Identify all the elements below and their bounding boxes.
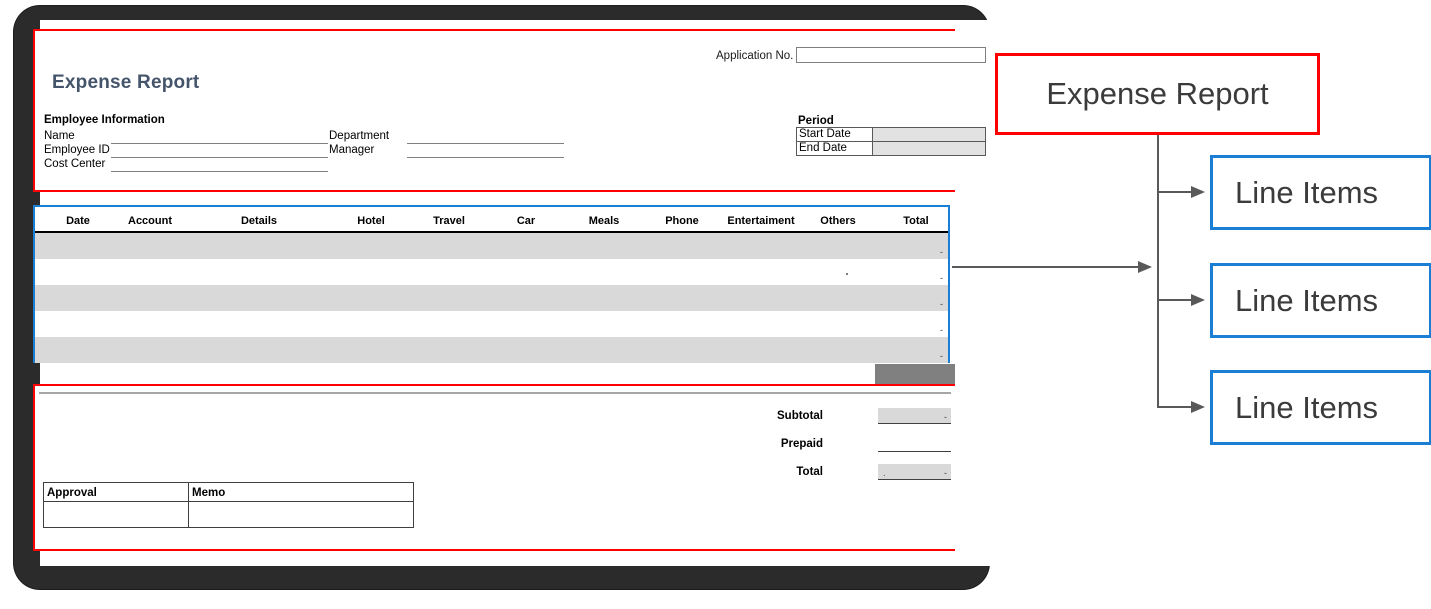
- table-row[interactable]: -: [35, 337, 948, 363]
- period-value-start-date[interactable]: [872, 127, 986, 142]
- cost-center-input[interactable]: [111, 171, 328, 172]
- row-total-value: -: [940, 247, 943, 257]
- column-header-account: Account: [128, 215, 172, 227]
- memo-input[interactable]: [188, 501, 414, 528]
- prepaid-value-box[interactable]: [878, 436, 951, 452]
- subtotal-label: Subtotal: [777, 410, 823, 422]
- column-header-hotel: Hotel: [357, 215, 385, 227]
- column-header-details: Details: [240, 215, 278, 227]
- period-row-start-date: Start Date: [796, 127, 986, 142]
- totals-section: Subtotal - Prepaid Total . - Approval Me…: [33, 384, 955, 551]
- label-employee-id: Employee ID: [44, 144, 110, 156]
- totals-divider: [39, 392, 951, 394]
- line-items-section: Date Account Details Hotel Travel Car Me…: [33, 205, 950, 363]
- callout-line-items-3[interactable]: Line Items: [1210, 370, 1431, 445]
- row-total-value: -: [940, 351, 943, 361]
- manager-input[interactable]: [407, 157, 564, 158]
- approval-input[interactable]: [43, 501, 189, 528]
- callout-expense-report-label: Expense Report: [1046, 76, 1269, 111]
- column-header-approval: Approval: [43, 482, 189, 502]
- header-section: Application No. Expense Report Employee …: [33, 29, 986, 192]
- row-total-value: -: [940, 273, 943, 283]
- callout-line-items-2-label: Line Items: [1235, 282, 1379, 318]
- table-row[interactable]: -: [35, 285, 948, 311]
- row-total-value: -: [940, 299, 943, 309]
- application-no-input[interactable]: [796, 47, 986, 63]
- column-header-car: Car: [516, 215, 536, 227]
- employee-id-input[interactable]: [111, 157, 328, 158]
- prepaid-label: Prepaid: [780, 438, 823, 450]
- period-label-start-date: Start Date: [796, 127, 873, 142]
- table-row[interactable]: -: [35, 311, 948, 337]
- approval-memo-table: Approval Memo: [43, 482, 414, 528]
- label-cost-center: Cost Center: [44, 158, 106, 170]
- period-table: Start Date End Date: [796, 127, 986, 156]
- callout-line-items-1[interactable]: Line Items: [1210, 155, 1431, 230]
- application-no-label: Application No.: [716, 50, 794, 62]
- column-header-memo: Memo: [188, 482, 414, 502]
- period-row-end-date: End Date: [796, 141, 986, 156]
- callout-expense-report[interactable]: Expense Report: [995, 53, 1320, 135]
- employee-information-heading: Employee Information: [44, 114, 165, 126]
- subtotal-value-box: -: [878, 408, 951, 424]
- total-value-box: . -: [878, 464, 951, 480]
- period-label-end-date: End Date: [796, 141, 873, 156]
- label-manager: Manager: [329, 144, 375, 156]
- subtotal-value: -: [944, 412, 947, 422]
- column-header-entertainment: Entertaiment: [727, 215, 795, 227]
- total-leading-mark: .: [883, 468, 886, 478]
- callout-line-items-1-label: Line Items: [1235, 174, 1379, 210]
- label-name: Name: [44, 130, 75, 142]
- period-value-end-date[interactable]: [872, 141, 986, 156]
- page-title: Expense Report: [52, 72, 200, 93]
- callout-line-items-3-label: Line Items: [1235, 389, 1379, 425]
- total-label: Total: [796, 466, 823, 478]
- gray-filler-block: [875, 364, 955, 385]
- label-department: Department: [329, 130, 390, 142]
- column-header-date: Date: [66, 215, 90, 227]
- name-input[interactable]: [111, 143, 328, 144]
- table-row[interactable]: -: [35, 259, 948, 285]
- table-row[interactable]: -: [35, 233, 948, 259]
- column-header-phone: Phone: [665, 215, 699, 227]
- column-header-total: Total: [903, 215, 929, 227]
- total-value: -: [944, 468, 947, 478]
- column-header-travel: Travel: [433, 215, 465, 227]
- row-total-value: -: [940, 325, 943, 335]
- department-input[interactable]: [407, 143, 564, 144]
- column-header-meals: Meals: [588, 215, 620, 227]
- approval-header-row: Approval Memo: [43, 482, 414, 502]
- period-heading: Period: [798, 115, 834, 127]
- stray-mark: [846, 273, 848, 275]
- line-items-header-row: Date Account Details Hotel Travel Car Me…: [35, 212, 948, 233]
- column-header-others: Others: [820, 215, 856, 227]
- approval-body-row: [43, 501, 414, 528]
- callout-line-items-2[interactable]: Line Items: [1210, 263, 1431, 338]
